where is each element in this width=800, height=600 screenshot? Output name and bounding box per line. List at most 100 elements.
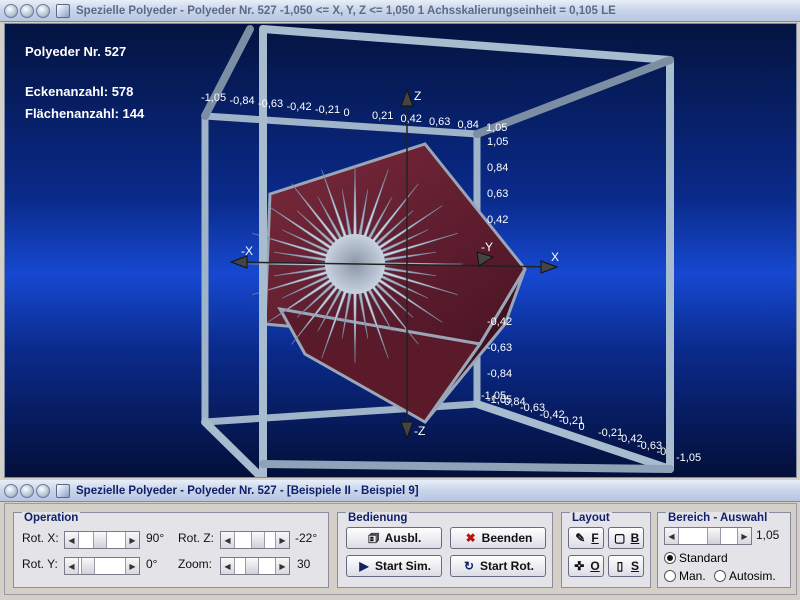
rot-x-thumb[interactable] (93, 532, 107, 548)
operation-title: Operation (22, 512, 81, 524)
rot-y-left-arrow-icon[interactable]: ◀ (65, 558, 79, 574)
rot-x-value: 90° (146, 531, 165, 545)
main-titlebar[interactable]: Spezielle Polyeder - Polyeder Nr. 527 -1… (0, 0, 800, 22)
beenden-button[interactable]: ✖ Beenden (450, 527, 546, 549)
ausbl-label: Ausbl. (384, 531, 422, 545)
axis-label-z: Z (414, 89, 422, 103)
eraser-icon: ▯ (616, 559, 624, 573)
zoom-right-arrow-icon[interactable]: ▶ (275, 558, 289, 574)
axis-tick-label: 0 (578, 421, 585, 433)
start-rot-button[interactable]: ↻ Start Rot. (450, 555, 546, 577)
window-maximize-icon[interactable] (36, 3, 50, 18)
layout-b-label: B (630, 531, 640, 545)
zoom-label: Zoom: (178, 557, 213, 571)
rot-z-thumb[interactable] (251, 532, 265, 548)
panel-close-icon[interactable] (4, 483, 18, 498)
polyhedron-heading: Polyeder Nr. 527 (25, 44, 127, 59)
rot-z-value: -22° (295, 531, 318, 545)
axis-tick-label: 0,63 (487, 188, 509, 200)
corners-count: Eckenanzahl: 578 (25, 84, 134, 99)
layout-s-button[interactable]: ▯ S (608, 555, 644, 577)
bedienung-title: Bedienung (346, 512, 410, 524)
axis-tick-label: -0,63 (258, 98, 284, 110)
control-panel: Operation Rot. X: ◀ ▶ 90° Rot. Y: ◀ ▶ 0°… (4, 503, 797, 595)
axis-tick-label: -0,84 (487, 368, 513, 380)
app-icon (56, 3, 70, 18)
rot-x-slider[interactable]: ◀ ▶ (64, 531, 140, 549)
start-rot-label: Start Rot. (480, 559, 534, 573)
radio-standard[interactable]: Standard (664, 551, 728, 565)
faces-count: Flächenanzahl: 144 (25, 106, 145, 121)
axis-tick-label: -1,05 (201, 92, 227, 104)
axis-tick-label: 1,05 (486, 122, 508, 134)
panel-minimize-icon[interactable] (20, 483, 34, 498)
zoom-value: 30 (297, 557, 311, 571)
radio-man-label: Man. (679, 569, 706, 583)
rot-z-label: Rot. Z: (178, 531, 215, 545)
axis-label-y: -Y (481, 240, 493, 254)
radio-standard-dot[interactable] (664, 552, 676, 564)
zoom-thumb[interactable] (245, 558, 259, 574)
rot-z-slider[interactable]: ◀ ▶ (220, 531, 290, 549)
axis-tick-label: -0 (656, 445, 667, 458)
rot-y-value: 0° (146, 557, 158, 571)
layout-o-button[interactable]: ✜ O (568, 555, 604, 577)
range-left-arrow-icon[interactable]: ◀ (665, 528, 679, 544)
beenden-label: Beenden (481, 531, 533, 545)
brush-icon: ✎ (575, 531, 586, 545)
axis-label-neg-x: -X (241, 244, 253, 258)
axis-tick-label: 0,21 (372, 110, 394, 122)
range-value: 1,05 (756, 528, 780, 542)
operation-group: Operation Rot. X: ◀ ▶ 90° Rot. Y: ◀ ▶ 0°… (13, 512, 329, 588)
axis-tick-label: -0,21 (315, 104, 341, 116)
start-sim-label: Start Sim. (374, 559, 431, 573)
start-sim-button[interactable]: ▶ Start Sim. (346, 555, 442, 577)
radio-standard-label: Standard (679, 551, 728, 565)
axis-tick-label: 0,84 (487, 162, 509, 174)
panel-maximize-icon[interactable] (36, 483, 50, 498)
rot-y-slider[interactable]: ◀ ▶ (64, 557, 140, 575)
axis-label-neg-z: -Z (414, 424, 426, 438)
3d-viewport[interactable]: Polyeder Nr. 527 Eckenanzahl: 578 Fläche… (4, 23, 797, 478)
bedienung-group: Bedienung 🗊 Ausbl. ✖ Beenden ▶ Start Sim… (337, 512, 553, 588)
layout-b-button[interactable]: ▢ B (608, 527, 644, 549)
zoom-slider[interactable]: ◀ ▶ (220, 557, 290, 575)
axis-tick-label: 0 (343, 107, 350, 119)
rot-y-label: Rot. Y: (22, 557, 58, 571)
rot-y-right-arrow-icon[interactable]: ▶ (125, 558, 139, 574)
range-slider[interactable]: ◀ ▶ (664, 527, 752, 545)
layout-title: Layout (570, 512, 612, 524)
radio-autosim-dot[interactable] (714, 570, 726, 582)
ausbl-button[interactable]: 🗊 Ausbl. (346, 527, 442, 549)
layout-f-button[interactable]: ✎ F (568, 527, 604, 549)
play-icon: ▶ (359, 559, 369, 573)
radio-man-dot[interactable] (664, 570, 676, 582)
rot-x-left-arrow-icon[interactable]: ◀ (65, 532, 79, 548)
paint-bucket-icon: ▢ (613, 531, 626, 545)
axis-tick-label: -1,05 (676, 452, 702, 464)
close-x-icon: ✖ (465, 531, 476, 545)
axis-tick-label: -0,42 (286, 101, 312, 113)
rot-y-thumb[interactable] (81, 558, 95, 574)
layout-s-label: S (630, 559, 639, 573)
zoom-left-arrow-icon[interactable]: ◀ (221, 558, 235, 574)
rot-x-right-arrow-icon[interactable]: ▶ (125, 532, 139, 548)
axis-label-x: X (551, 250, 560, 264)
window-minimize-icon[interactable] (20, 3, 34, 18)
axis-tick-label: 0,63 (429, 116, 451, 128)
window-close-icon[interactable] (4, 3, 18, 18)
rot-x-label: Rot. X: (22, 531, 59, 545)
layout-f-label: F (591, 531, 599, 545)
radio-man[interactable]: Man. (664, 569, 706, 583)
axis-tick-label: 0,42 (487, 214, 509, 226)
range-thumb[interactable] (707, 528, 721, 544)
rot-z-right-arrow-icon[interactable]: ▶ (275, 532, 289, 548)
rot-z-left-arrow-icon[interactable]: ◀ (221, 532, 235, 548)
panel-title: Spezielle Polyeder - Polyeder Nr. 527 - … (76, 484, 419, 497)
axis-tick-label: -0,42 (487, 316, 513, 328)
radio-autosim[interactable]: Autosim. (714, 569, 776, 583)
axis-tick-label: -0,84 (229, 95, 255, 107)
range-right-arrow-icon[interactable]: ▶ (737, 528, 751, 544)
axis-tick-label: 1,05 (487, 136, 509, 148)
control-titlebar[interactable]: Spezielle Polyeder - Polyeder Nr. 527 - … (0, 480, 800, 502)
